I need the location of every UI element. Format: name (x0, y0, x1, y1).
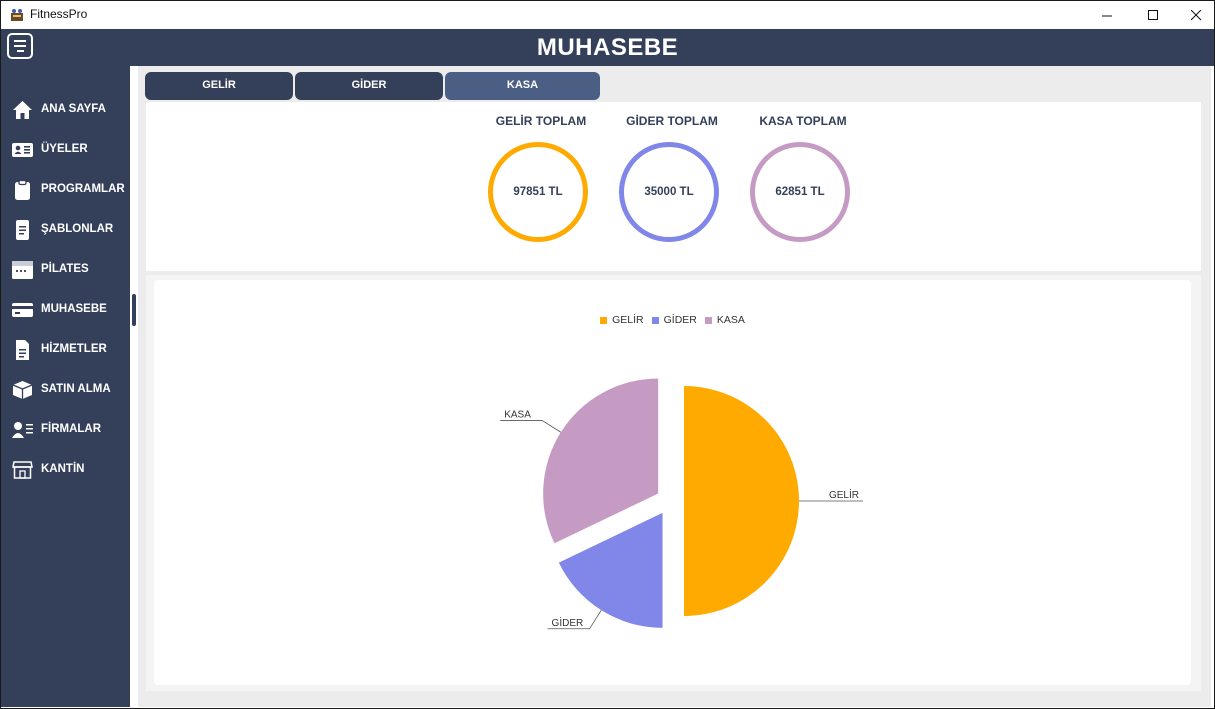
chart-panel: GELİR GİDER KASA GELİR GİDER KASA (146, 275, 1201, 691)
main-content: GELİR GİDER KASA GELİR TOPLAM 97851 TL G… (138, 66, 1211, 707)
gelir-total-title: GELİR TOPLAM (495, 114, 587, 128)
title-bar: FitnessPro (1, 1, 1214, 29)
gift-box-icon (12, 381, 33, 399)
tab-kasa[interactable]: KASA (445, 72, 600, 100)
sidebar-item-ana-sayfa[interactable]: ANA SAYFA (1, 92, 130, 128)
file-icon (16, 340, 29, 360)
person-list-icon (12, 422, 33, 438)
pie-chart: GELİR GİDER KASA (500, 378, 863, 630)
sidebar-item-label: ŞABLONLAR (41, 223, 114, 235)
sidebar-item-pilates[interactable]: PİLATES (1, 252, 130, 288)
sidebar-item-label: KANTİN (41, 463, 85, 475)
sidebar-item-label: HİZMETLER (41, 343, 107, 355)
tab-gider[interactable]: GİDER (295, 72, 443, 100)
credit-card-icon (12, 303, 33, 317)
sidebar-item-hizmetler[interactable]: HİZMETLER (1, 332, 130, 368)
window-title: FitnessPro (30, 7, 88, 21)
sidebar-item-uyeler[interactable]: ÜYELER (1, 132, 130, 168)
kasa-total-title: KASA TOPLAM (759, 114, 847, 128)
app-logo-icon (11, 9, 23, 21)
sidebar-item-label: FİRMALAR (41, 423, 102, 435)
sidebar: ANA SAYFA ÜYELER PROGRAMLAR ŞABLONLAR Pİ… (1, 66, 130, 707)
sidebar-item-label: PROGRAMLAR (41, 183, 125, 195)
calendar-icon (12, 261, 33, 279)
gelir-total-value: 97851 TL (513, 186, 563, 198)
maximize-button[interactable] (1130, 1, 1176, 29)
pie-label-gelir: GELİR (829, 488, 859, 501)
active-page-indicator (132, 294, 136, 326)
sidebar-item-label: SATIN ALMA (41, 383, 111, 395)
gelir-total-ring: 97851 TL (488, 142, 588, 242)
sidebar-item-muhasebe[interactable]: MUHASEBE (1, 292, 130, 328)
kasa-total-value: 62851 TL (775, 186, 825, 198)
minimize-icon (1101, 15, 1112, 16)
pie-label-kasa: KASA (504, 410, 531, 421)
gider-total-ring: 35000 TL (619, 142, 719, 242)
store-icon (12, 461, 33, 479)
sidebar-item-label: ANA SAYFA (41, 103, 106, 115)
kasa-total-ring: 62851 TL (750, 142, 850, 242)
sidebar-item-kantin[interactable]: KANTİN (1, 452, 130, 488)
sidebar-item-programlar[interactable]: PROGRAMLAR (1, 172, 130, 208)
page-title: MUHASEBE (536, 34, 679, 61)
sidebar-item-firmalar[interactable]: FİRMALAR (1, 412, 130, 448)
pie-leader-line (500, 420, 562, 433)
home-icon (13, 101, 32, 119)
totals-panel: GELİR TOPLAM 97851 TL GİDER TOPLAM 35000… (146, 102, 1201, 271)
sidebar-item-sablonlar[interactable]: ŞABLONLAR (1, 212, 130, 248)
sidebar-item-satin-alma[interactable]: SATIN ALMA (1, 372, 130, 408)
pie-slice-kasa[interactable] (543, 378, 659, 544)
document-icon (16, 220, 29, 240)
close-button[interactable] (1173, 1, 1215, 29)
chart-card: GELİR GİDER KASA GELİR GİDER KASA (154, 280, 1191, 685)
minimize-button[interactable] (1084, 1, 1130, 29)
sidebar-item-label: ÜYELER (41, 143, 88, 155)
clipboard-icon (15, 180, 30, 200)
pie-slice-gelir[interactable] (684, 386, 799, 616)
header-bar: MUHASEBE (1, 29, 1214, 66)
tab-gelir[interactable]: GELİR (145, 72, 293, 100)
gider-total-title: GİDER TOPLAM (626, 114, 718, 128)
member-card-icon (12, 143, 33, 157)
pie-label-gider: GİDER (552, 616, 584, 629)
gider-total-value: 35000 TL (644, 186, 694, 198)
sidebar-item-label: MUHASEBE (41, 303, 107, 315)
sidebar-item-label: PİLATES (41, 263, 89, 275)
maximize-icon (1147, 9, 1158, 20)
close-icon (1190, 9, 1201, 20)
